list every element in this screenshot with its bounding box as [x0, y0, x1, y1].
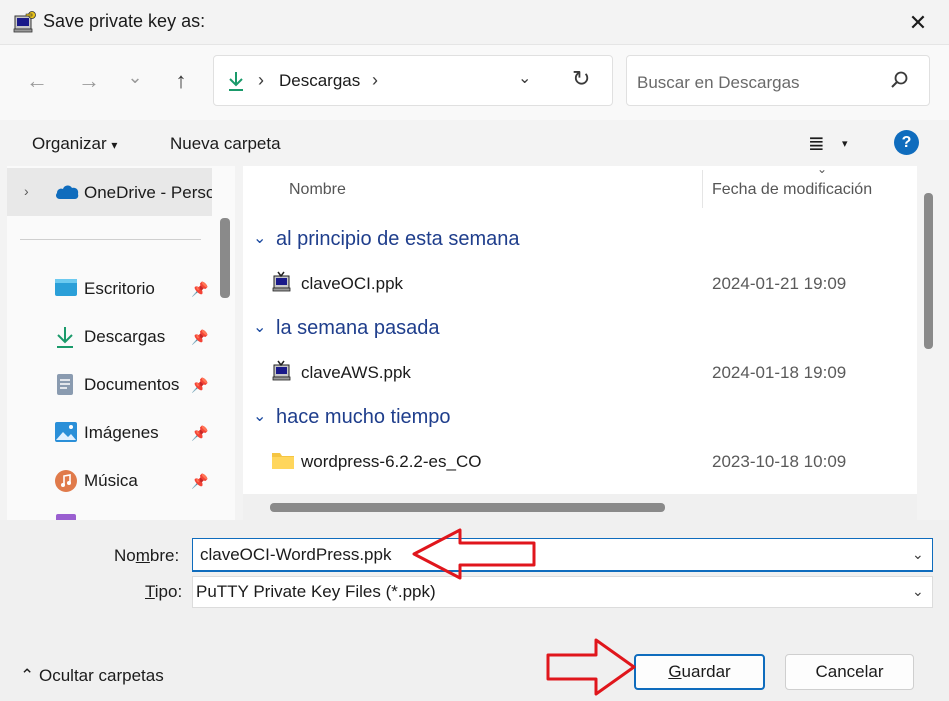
annotation-arrow-right-icon [546, 638, 636, 696]
breadcrumb-separator: › [258, 70, 264, 90]
file-date: 2023-10-18 10:09 [712, 452, 847, 471]
breadcrumb-chevron[interactable]: › [372, 70, 378, 91]
hide-folders-label: Ocultar carpetas [38, 666, 164, 685]
forward-button[interactable]: → [74, 66, 104, 96]
filename-value: claveOCI-WordPress.ppk [200, 545, 392, 564]
download-icon [54, 325, 78, 349]
file-date: 2024-01-18 19:09 [712, 363, 847, 382]
group-header[interactable]: la semana pasada [276, 317, 439, 340]
sidebar-scrollbar[interactable] [220, 218, 230, 298]
putty-key-icon [271, 360, 295, 384]
folder-icon [271, 449, 295, 473]
filetype-value: PuTTY Private Key Files (*.ppk) [196, 582, 436, 601]
sidebar-divider [20, 239, 201, 240]
filetype-dropdown-button[interactable]: ⌄ [912, 583, 924, 600]
sidebar-label-onedrive: OneDrive - Personal [84, 183, 212, 202]
recent-locations-button[interactable]: ⌄ [120, 62, 150, 92]
expand-chevron-icon[interactable]: › [24, 183, 29, 199]
refresh-button[interactable]: ↻ [572, 66, 590, 92]
hide-folders-button[interactable]: ⌃ Ocultar carpetas [20, 666, 164, 686]
refresh-icon: ↻ [572, 66, 591, 91]
sidebar-label: Música [84, 471, 138, 490]
pin-icon: 📌 [191, 473, 209, 489]
putty-key-icon [271, 271, 295, 295]
up-button[interactable]: ↑ [166, 66, 196, 96]
list-item[interactable]: wordpress-6.2.2-es_CO [301, 452, 481, 472]
chevron-down-icon: ⌄ [518, 70, 532, 87]
arrow-right-icon: → [78, 68, 100, 93]
group-collapse-icon[interactable]: ⌄ [253, 317, 266, 337]
document-icon [54, 373, 78, 397]
cancel-button[interactable]: Cancelar [785, 654, 914, 690]
pictures-icon [54, 421, 78, 445]
pin-icon: 📌 [191, 377, 209, 393]
breadcrumb-descargas[interactable]: Descargas [279, 71, 360, 91]
music-icon [54, 469, 78, 493]
chevron-down-icon: ⌄ [127, 66, 143, 87]
sidebar-label: Escritorio [84, 279, 155, 298]
view-options-caret[interactable]: ▾ [842, 137, 848, 150]
new-folder-button[interactable]: Nueva carpeta [170, 134, 281, 154]
save-button[interactable]: Guardar [634, 654, 765, 690]
arrow-up-icon: ↑ [175, 68, 187, 93]
column-divider[interactable] [702, 170, 703, 208]
group-header[interactable]: al principio de esta semana [276, 228, 519, 251]
filename-label: Nombre: [114, 546, 180, 565]
pin-icon: 📌 [191, 425, 209, 441]
pin-icon: 📌 [191, 329, 209, 345]
onedrive-cloud-icon [54, 183, 80, 206]
sidebar-label: Descargas [84, 327, 166, 346]
putty-app-icon [12, 10, 38, 34]
filetype-label: Tipo: [145, 582, 183, 601]
back-button[interactable]: ← [22, 66, 52, 96]
view-list-icon[interactable]: ≣ [808, 131, 825, 156]
search-icon[interactable] [890, 70, 910, 95]
pin-icon: 📌 [191, 281, 209, 297]
sidebar-label: Imágenes [84, 423, 159, 442]
caret-down-icon: ▾ [111, 138, 118, 152]
organize-menu[interactable]: Organizar ▾ [32, 134, 117, 154]
column-header-name[interactable]: Nombre [289, 181, 346, 199]
address-bar[interactable] [213, 55, 613, 106]
group-collapse-icon[interactable]: ⌄ [253, 406, 266, 426]
help-button[interactable]: ? [894, 130, 919, 155]
file-date: 2024-01-21 19:09 [712, 274, 847, 293]
download-icon [226, 70, 246, 97]
sidebar-label: Documentos [84, 375, 180, 394]
search-placeholder: Buscar en Descargas [637, 73, 800, 92]
organize-label: Organizar [32, 134, 107, 153]
list-item[interactable]: claveAWS.ppk [301, 363, 411, 383]
desktop-icon [54, 277, 78, 301]
filename-dropdown-button[interactable]: ⌄ [912, 546, 924, 563]
address-dropdown-button[interactable]: ⌄ [518, 68, 531, 88]
close-button[interactable]: ✕ [896, 6, 940, 40]
chevron-up-icon: ⌃ [20, 666, 35, 685]
arrow-left-icon: ← [26, 68, 48, 93]
group-collapse-icon[interactable]: ⌄ [253, 228, 266, 248]
group-header[interactable]: hace mucho tiempo [276, 406, 451, 429]
annotation-arrow-left-icon [412, 528, 536, 580]
dialog-title: Save private key as: [43, 11, 206, 31]
close-icon: ✕ [908, 10, 928, 35]
sort-chevron-icon: ⌄ [817, 162, 828, 176]
horizontal-scrollbar[interactable] [270, 503, 665, 512]
column-header-date[interactable]: Fecha de modificación [712, 181, 872, 199]
vertical-scrollbar[interactable] [924, 193, 933, 349]
list-item[interactable]: claveOCI.ppk [301, 274, 403, 294]
command-bar [0, 120, 949, 166]
